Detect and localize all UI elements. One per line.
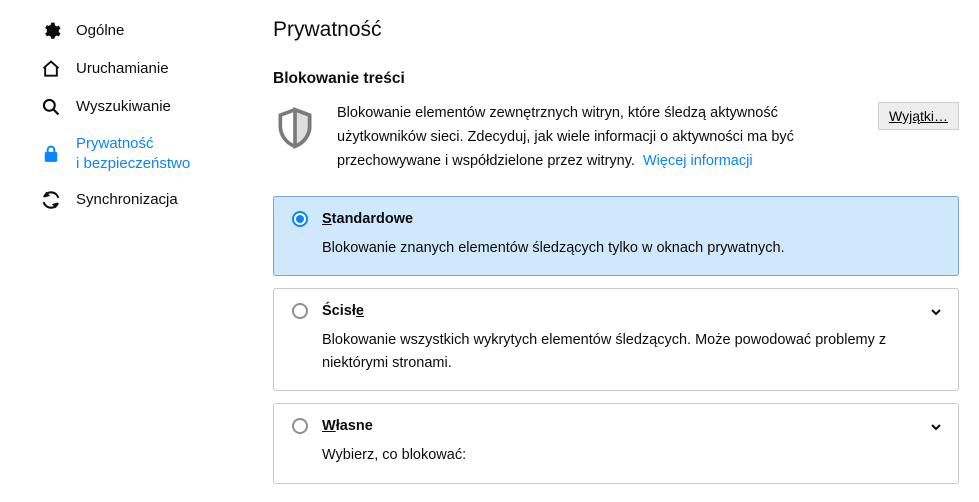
section-description-row: Blokowanie elementów zewnętrznych witryn…	[273, 102, 959, 174]
option-standard[interactable]: Standardowe Blokowanie znanych elementów…	[273, 196, 959, 276]
sidebar: Ogólne Uruchamianie Wyszukiwanie Prywatn…	[0, 0, 245, 502]
option-header: Własne	[292, 418, 940, 434]
shield-icon	[273, 104, 317, 155]
radio-standard[interactable]	[292, 211, 308, 227]
sidebar-item-label: Synchronizacja	[76, 190, 178, 210]
chevron-down-icon	[930, 420, 942, 432]
option-header: Ścisłe	[292, 303, 940, 319]
option-title: Standardowe	[322, 211, 413, 227]
option-description: Blokowanie wszystkich wykrytych elementó…	[322, 329, 940, 374]
option-custom[interactable]: Własne Wybierz, co blokować:	[273, 403, 959, 483]
home-icon	[40, 58, 62, 80]
gear-icon	[40, 20, 62, 42]
sidebar-item-general[interactable]: Ogólne	[0, 12, 245, 50]
sidebar-item-startup[interactable]: Uruchamianie	[0, 50, 245, 88]
radio-custom[interactable]	[292, 418, 308, 434]
option-title: Własne	[322, 418, 373, 434]
sidebar-item-label: Ogólne	[76, 21, 124, 41]
radio-strict[interactable]	[292, 303, 308, 319]
option-description: Wybierz, co blokować:	[322, 444, 940, 466]
page-title: Prywatność	[273, 18, 959, 42]
sidebar-item-label: Prywatność i bezpieczeństwo	[76, 134, 190, 173]
exceptions-button[interactable]: Wyjątki…	[878, 102, 959, 130]
sidebar-item-privacy[interactable]: Prywatność i bezpieczeństwo	[0, 126, 245, 181]
sync-icon	[40, 189, 62, 211]
option-header: Standardowe	[292, 211, 940, 227]
sidebar-item-search[interactable]: Wyszukiwanie	[0, 88, 245, 126]
sidebar-item-sync[interactable]: Synchronizacja	[0, 181, 245, 219]
option-description: Blokowanie znanych elementów śledzących …	[322, 237, 940, 259]
blocking-options: Standardowe Blokowanie znanych elementów…	[273, 196, 959, 484]
section-description: Blokowanie elementów zewnętrznych witryn…	[337, 102, 817, 174]
chevron-down-icon	[930, 305, 942, 317]
main-content: Prywatność Blokowanie treści Blokowanie …	[245, 0, 979, 502]
sidebar-item-label: Wyszukiwanie	[76, 97, 171, 117]
lock-icon	[40, 143, 62, 165]
search-icon	[40, 96, 62, 118]
option-title: Ścisłe	[322, 303, 364, 319]
section-title: Blokowanie treści	[273, 70, 959, 88]
option-strict[interactable]: Ścisłe Blokowanie wszystkich wykrytych e…	[273, 288, 959, 391]
sidebar-item-label: Uruchamianie	[76, 59, 169, 79]
more-info-link[interactable]: Więcej informacji	[643, 153, 753, 169]
